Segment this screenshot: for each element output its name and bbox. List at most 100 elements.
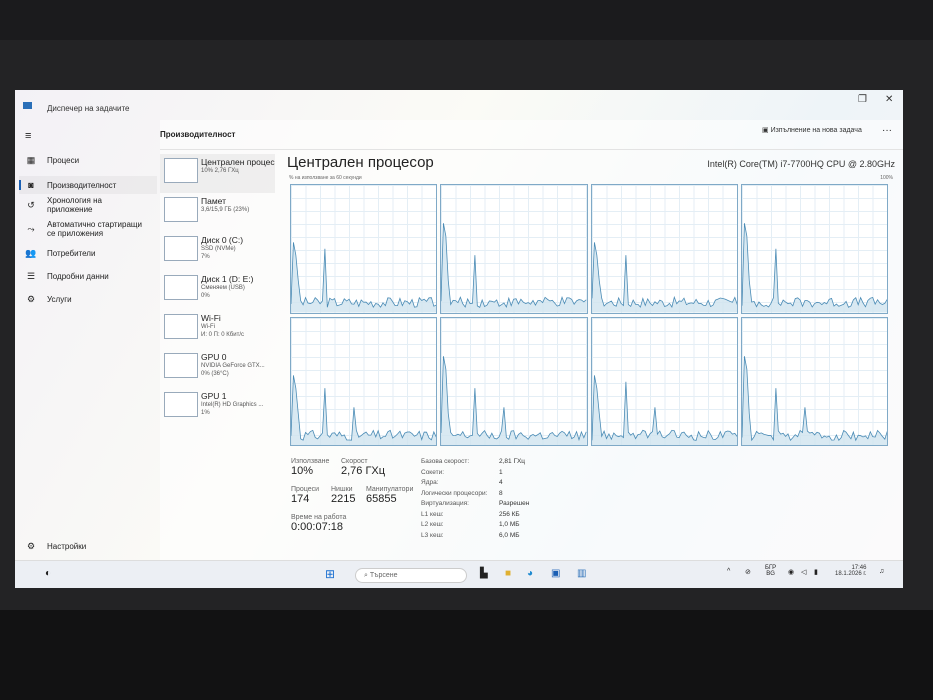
tray-chevron-icon[interactable]: ^ xyxy=(727,568,730,575)
resource-item[interactable]: Диск 1 (D: E:) Сменяем (USB) 0% xyxy=(160,271,275,310)
sidebar-item-details[interactable]: ☰ Подробни данни xyxy=(19,271,157,282)
sidebar-item-app-history[interactable]: ↺ Хронология на приложение xyxy=(19,196,129,214)
resource-item[interactable]: Централен процесор 10% 2,76 ГХц xyxy=(160,154,275,193)
usage-line xyxy=(441,356,586,439)
usage-area xyxy=(741,355,887,445)
search-placeholder: Търсене xyxy=(369,572,398,579)
detail-key: Базова скорост: xyxy=(421,458,470,465)
run-new-task-button[interactable]: ▣ Изпълнение на нова задача xyxy=(762,126,862,134)
detail-value: 8 xyxy=(499,489,503,497)
stat-label: Време на работа xyxy=(291,514,347,521)
core-usage-plot xyxy=(741,185,887,313)
battery-icon[interactable]: ▮ xyxy=(814,568,818,576)
restore-button[interactable]: ❐ xyxy=(858,94,867,105)
nav-label: Услуги xyxy=(47,295,72,304)
sidebar-item-users[interactable]: 👥 Потребители xyxy=(19,248,157,259)
volume-icon[interactable]: ◁ xyxy=(801,568,806,576)
graph-label: % на използване за 60 секунди xyxy=(289,175,362,181)
panel-header: Производителност ▣ Изпълнение на нова за… xyxy=(160,120,903,150)
detail-value: Разрешен xyxy=(499,500,530,507)
menu-icon[interactable]: ≡ xyxy=(25,130,31,142)
cpu-detail-row: L2 кеш: 1,0 МБ xyxy=(421,521,520,528)
resource-thumbnail xyxy=(164,197,198,222)
threads-stat: Нишки 2215 xyxy=(331,486,355,505)
resource-name: GPU 0 xyxy=(201,352,227,362)
startup-icon: ⤳ xyxy=(27,223,35,234)
resource-item[interactable]: Памет 3,6/15,9 ГБ (23%) xyxy=(160,193,275,232)
resource-detail: SSD (NVMe) xyxy=(201,246,236,252)
graph-max-label: 100% xyxy=(880,175,893,181)
search-input[interactable]: ⌕ Търсене xyxy=(355,568,467,583)
sidebar-item-processes[interactable]: ▦ Процеси xyxy=(19,154,157,166)
detail-key: Ядра: xyxy=(421,479,439,486)
close-button[interactable]: ✕ xyxy=(885,94,893,105)
performance-icon: ◙ xyxy=(28,180,34,190)
task-manager-taskbar-icon[interactable]: ▥ xyxy=(577,568,586,579)
resource-item[interactable]: Диск 0 (C:) SSD (NVMe) 7% xyxy=(160,232,275,271)
mic-muted-icon[interactable]: ⊘ xyxy=(745,568,751,576)
resource-thumbnail xyxy=(164,275,198,300)
resource-detail-2: 7% xyxy=(201,254,210,260)
usage-line xyxy=(291,375,436,440)
resource-item[interactable]: GPU 1 Intel(R) HD Graphics ... 1% xyxy=(160,388,275,427)
lang-code: BG xyxy=(766,571,775,577)
edge-icon[interactable]: ◕ xyxy=(527,568,533,579)
stat-value: 2215 xyxy=(331,493,356,505)
core-graph xyxy=(290,184,438,314)
sidebar-item-services[interactable]: ⚙ Услуги xyxy=(19,294,157,305)
detail-key: Логически процесори: xyxy=(421,489,488,497)
users-icon: 👥 xyxy=(25,248,37,258)
resource-detail-2: И: 0 П: 0 Кбит/с xyxy=(201,332,244,338)
widgets-icon[interactable]: ◐ xyxy=(45,568,51,579)
usage-area xyxy=(741,223,887,313)
more-options-button[interactable]: ··· xyxy=(882,125,892,136)
resource-detail: Intel(R) HD Graphics ... xyxy=(201,402,264,408)
notifications-icon[interactable]: ♫ xyxy=(879,568,884,575)
start-button[interactable]: ⊞ xyxy=(325,567,335,581)
detail-value: 1,0 МБ xyxy=(499,521,520,528)
taskbar: ◐ ⊞ ⌕ Търсене ▙ ■ ◕ ▣ ▥ ^ ⊘ БГР BG ◉ ◁ ▮ … xyxy=(15,560,903,588)
detail-key: L3 кеш: xyxy=(421,531,444,539)
file-explorer-icon[interactable]: ■ xyxy=(505,568,511,579)
history-icon: ↺ xyxy=(27,199,35,210)
performance-panel: Производителност ▣ Изпълнение на нова за… xyxy=(160,120,903,560)
task-view-icon[interactable]: ▙ xyxy=(480,568,488,579)
resource-detail-2: 0% (36°C) xyxy=(201,371,229,377)
speed-stat: Скорост 2,76 ГХц xyxy=(341,458,385,477)
store-icon[interactable]: ▣ xyxy=(551,568,560,579)
laptop-base xyxy=(0,610,933,700)
usage-area xyxy=(291,374,437,445)
resource-detail-2: 1% xyxy=(201,410,210,416)
core-graph xyxy=(440,316,588,446)
usage-line xyxy=(592,242,737,307)
core-usage-plot xyxy=(591,318,737,445)
cpu-detail-row: L1 кеш: 256 КБ xyxy=(421,511,520,518)
resource-thumbnail xyxy=(164,392,198,417)
run-new-task-label: Изпълнение на нова задача xyxy=(770,127,862,134)
stat-value: 0:00:07:18 xyxy=(291,521,343,533)
resource-detail: 3,6/15,9 ГБ (23%) xyxy=(201,207,250,213)
cpu-model: Intel(R) Core(TM) i7-7700HQ CPU @ 2.80GH… xyxy=(707,159,895,169)
settings-icon: ⚙ xyxy=(26,541,36,551)
core-graph xyxy=(440,184,588,314)
wifi-icon[interactable]: ◉ xyxy=(788,568,794,576)
resource-detail: 10% 2,76 ГХц xyxy=(201,168,239,174)
stat-value: 10% xyxy=(291,465,314,477)
core-usage-plot xyxy=(591,185,737,313)
resource-thumbnail xyxy=(164,158,198,183)
clock[interactable]: 17:46 18.1.2026 г. xyxy=(835,565,866,577)
detail-value: 4 xyxy=(499,479,503,486)
language-indicator[interactable]: БГР BG xyxy=(765,565,776,577)
resource-item[interactable]: GPU 0 NVIDIA GeForce GTX... 0% (36°C) xyxy=(160,349,275,388)
resource-item[interactable]: Wi-Fi Wi-Fi И: 0 П: 0 Кбит/с xyxy=(160,310,275,349)
usage-line xyxy=(592,375,737,440)
sidebar-item-performance[interactable]: ◙ Производителност xyxy=(19,176,157,194)
sidebar-item-startup-apps[interactable]: ⤳ Автоматично стартиращи се приложения xyxy=(19,220,157,238)
cpu-detail-row: Логически процесори: 8 xyxy=(421,489,503,497)
resource-thumbnail xyxy=(164,314,198,339)
sidebar-item-settings[interactable]: ⚙ Настройки xyxy=(19,541,157,552)
usage-area xyxy=(591,242,737,313)
stat-value: 65855 xyxy=(366,493,397,505)
nav-label: Процеси xyxy=(47,155,80,165)
stat-label: Манипулатори xyxy=(366,486,414,493)
